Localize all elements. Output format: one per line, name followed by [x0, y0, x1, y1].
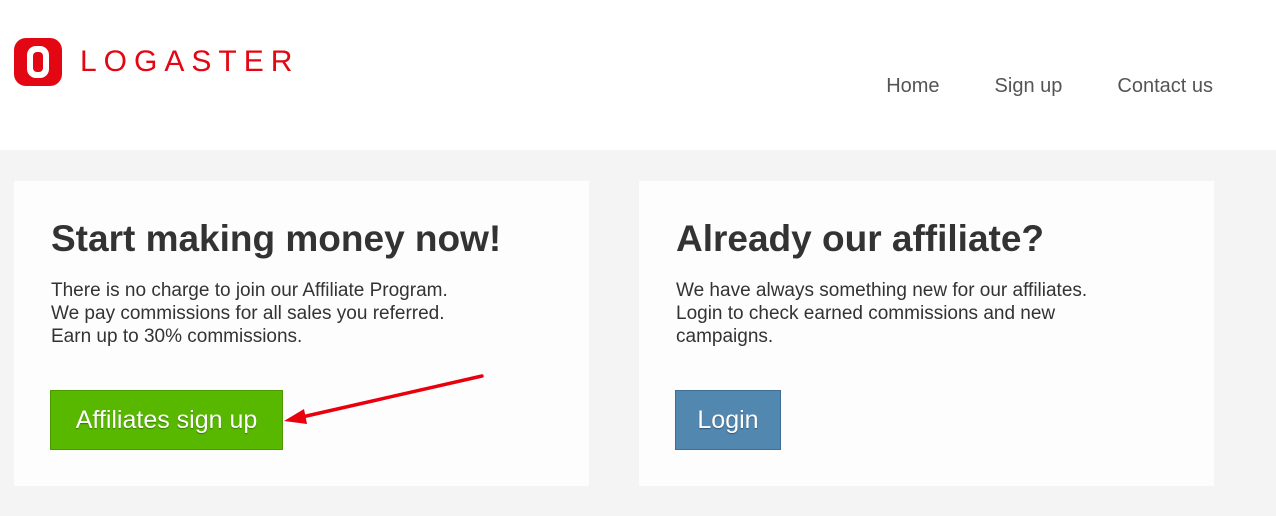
affiliates-signup-button[interactable]: Affiliates sign up: [50, 390, 283, 450]
site-header: LOGASTER Home Sign up Contact us: [0, 0, 1276, 150]
nav-signup-link[interactable]: Sign up: [995, 75, 1063, 97]
join-card-line: We pay commissions for all sales you ref…: [51, 303, 445, 324]
logo[interactable]: LOGASTER: [14, 38, 299, 86]
red-arrow-icon: [284, 374, 484, 424]
existing-card-line: We have always something new for our aff…: [676, 280, 1088, 301]
existing-card-line: Login to check earned commissions and ne…: [676, 303, 1056, 324]
main-nav: Home Sign up Contact us: [886, 75, 1213, 97]
nav-contact-link[interactable]: Contact us: [1117, 75, 1213, 97]
main-content: Start making money now! There is no char…: [0, 150, 1276, 516]
nav-home-link[interactable]: Home: [886, 75, 939, 97]
join-card-line: Earn up to 30% commissions.: [51, 326, 303, 347]
existing-affiliate-card: Already our affiliate? We have always so…: [639, 181, 1214, 486]
existing-card-description: We have always something new for our aff…: [676, 279, 1178, 348]
existing-card-title: Already our affiliate?: [676, 218, 1045, 259]
join-card-description: There is no charge to join our Affiliate…: [51, 279, 553, 348]
logo-text: LOGASTER: [80, 45, 300, 78]
existing-card-line: campaigns.: [676, 326, 774, 347]
join-card-title: Start making money now!: [51, 218, 502, 259]
logaster-logo-icon: [14, 38, 62, 86]
join-card-line: There is no charge to join our Affiliate…: [51, 280, 448, 301]
login-button[interactable]: Login: [675, 390, 781, 450]
join-affiliate-card: Start making money now! There is no char…: [14, 181, 589, 486]
